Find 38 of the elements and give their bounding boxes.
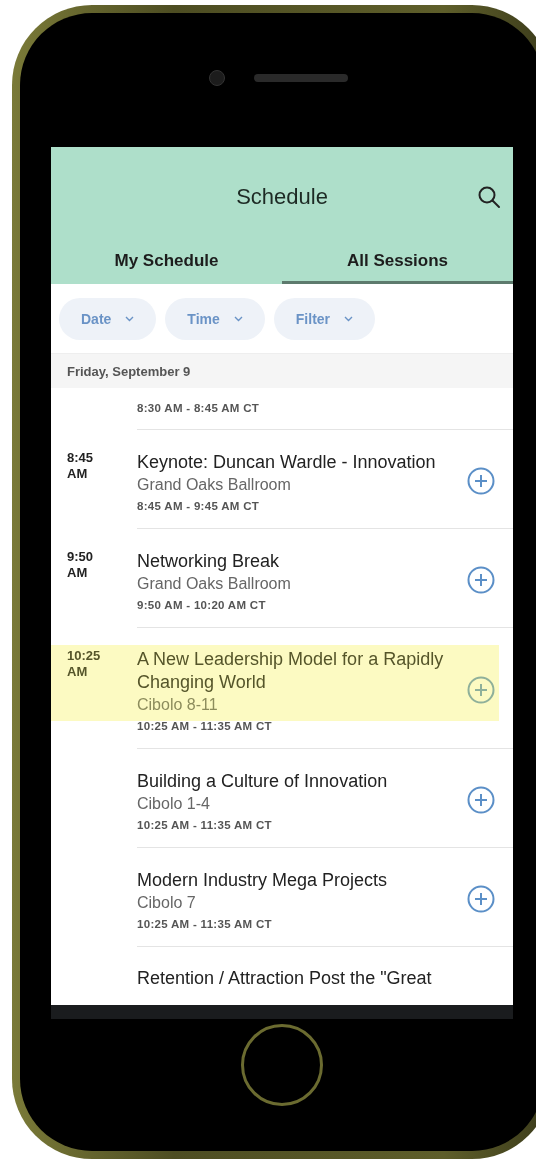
session-times: 8:45 AM - 9:45 AM CT — [137, 499, 261, 512]
add-icon[interactable] — [467, 676, 495, 704]
session-room: Grand Oaks Ballroom — [137, 474, 292, 495]
caret-icon — [233, 315, 243, 322]
session-times: 9:50 AM - 10:20 AM CT — [137, 598, 267, 611]
add-icon[interactable] — [467, 786, 495, 814]
screen-title: Schedule — [236, 184, 328, 210]
session-times: 10:25 AM - 11:35 AM CT — [137, 818, 273, 831]
home-button[interactable] — [241, 1024, 323, 1106]
start-time: 8:45 AM — [67, 450, 95, 482]
date-header: Friday, September 9 — [51, 354, 513, 388]
session-row[interactable]: Building a Culture of Innovation Cibolo 1-4 10:25 AM - 11:35 AM CT — [51, 749, 513, 848]
session-title[interactable]: A New Leadership Model for a Rapidly Changing World — [137, 648, 445, 694]
caret-icon — [344, 315, 354, 322]
tab[interactable]: All Sessions — [282, 247, 513, 284]
add-icon[interactable] — [467, 467, 495, 495]
session-room: Cibolo 8-11 — [137, 695, 219, 715]
caret-icon — [125, 315, 135, 322]
start-time: 10:25 AM — [67, 648, 102, 680]
session-title[interactable]: Keynote: Duncan Wardle - Innovation — [137, 450, 445, 474]
session-row[interactable]: 8:45 AM Keynote: Duncan Wardle - Innovation Grand Oaks Ballroom 8:45 AM - 9:45 AM CT — [51, 430, 513, 529]
session-room: Cibolo 7 — [137, 892, 197, 913]
session-title[interactable]: Modern Industry Mega Projects — [137, 868, 445, 892]
session-times: 10:25 AM - 11:35 AM CT — [137, 720, 273, 732]
session-room: Grand Oaks Ballroom — [137, 573, 292, 594]
session-title[interactable]: Networking Break — [137, 549, 445, 573]
search-icon[interactable] — [477, 185, 501, 209]
session-title[interactable]: Building a Culture of Innovation — [137, 769, 445, 793]
session-title[interactable]: Retention / Attraction Post the "Great — [137, 967, 432, 990]
tab[interactable]: My Schedule — [51, 247, 282, 284]
add-icon[interactable] — [467, 566, 495, 594]
session-times: 8:30 AM - 8:45 AM CT — [137, 402, 260, 414]
camera-icon — [209, 70, 225, 86]
session-room: Cibolo 1-4 — [137, 793, 211, 814]
session-times: 10:25 AM - 11:35 AM CT — [137, 917, 273, 930]
session-row[interactable]: Modern Industry Mega Projects Cibolo 7 10:25 AM - 11:35 AM CT — [51, 848, 513, 947]
add-icon[interactable] — [467, 885, 495, 913]
start-time: 9:50 AM — [67, 549, 95, 581]
